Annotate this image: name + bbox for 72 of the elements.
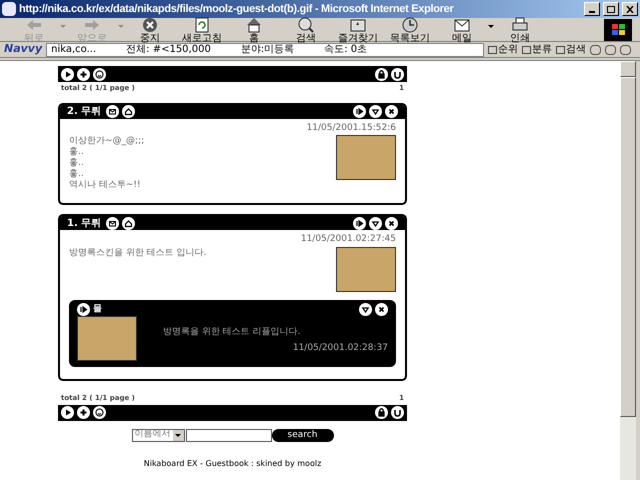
search-scope-select[interactable]: 이름에서 xyxy=(132,428,184,442)
home-icon[interactable] xyxy=(122,105,136,118)
lock-icon[interactable] xyxy=(375,406,388,419)
reply-icon[interactable] xyxy=(353,105,366,118)
message-line: 역시나 테스투~!! xyxy=(69,180,142,191)
windows-logo xyxy=(604,18,632,40)
stop-icon xyxy=(140,16,160,34)
maximize-icon xyxy=(607,6,615,12)
toolbar-button[interactable]: 메일 xyxy=(436,18,494,42)
entry-title: 2. 무뤼 xyxy=(67,105,102,119)
toolbar-button[interactable]: 인쇄 xyxy=(494,18,546,42)
search-input[interactable] xyxy=(186,428,272,442)
history-icon xyxy=(400,16,420,34)
add-icon[interactable] xyxy=(77,68,90,80)
message-line: 이상한가~@_@;;; xyxy=(69,136,144,147)
delete-icon[interactable] xyxy=(375,302,388,316)
toolbar-button[interactable]: 검색 xyxy=(280,18,332,42)
reply-name: 몰 xyxy=(93,302,102,316)
print-icon xyxy=(510,16,530,34)
toolbar-button[interactable]: 홈 xyxy=(228,18,280,42)
close-button[interactable] xyxy=(622,2,638,16)
scrollbar[interactable] xyxy=(620,61,636,480)
lock-icon[interactable] xyxy=(375,68,388,80)
play-icon[interactable] xyxy=(61,68,74,80)
message-line: 홓.. xyxy=(69,147,85,158)
search-button[interactable]: search xyxy=(272,428,334,442)
message-line: 홓.. xyxy=(69,169,85,180)
avatar-placeholder xyxy=(77,316,137,361)
link-button[interactable]: 순위 xyxy=(488,42,518,57)
stat-text: 속도: 0초 xyxy=(324,43,368,57)
address-field[interactable]: nika,co... 전체: #<150,000 분야:미등록 속도: 0초 xyxy=(46,42,484,56)
down-icon[interactable] xyxy=(369,216,382,230)
stat-text: 분야:미등록 xyxy=(240,43,294,57)
entry-time: 11/05/2001.02:27:45 xyxy=(300,234,396,244)
close-icon xyxy=(626,6,634,12)
address-text: nika,co... xyxy=(51,43,96,57)
avatar-placeholder xyxy=(336,135,396,180)
maximize-button[interactable] xyxy=(603,2,619,16)
smiley-icon[interactable] xyxy=(93,406,106,419)
reply-icon[interactable] xyxy=(77,302,90,316)
minimize-button[interactable] xyxy=(584,2,600,16)
footer-text: Nikaboard EX - Guestbook : skined by moolz xyxy=(144,458,322,468)
reply-text: 방명록을 위한 테스트 리플입니다. xyxy=(163,326,302,339)
smiley-icon[interactable] xyxy=(93,68,106,80)
link-button[interactable]: 검색 xyxy=(556,42,586,57)
link-button[interactable]: 분류 xyxy=(522,42,552,57)
avatar-placeholder xyxy=(336,246,396,292)
reply-time: 11/05/2001.02:28:37 xyxy=(292,342,388,354)
delete-icon[interactable] xyxy=(385,216,398,230)
message-line: 홓.. xyxy=(69,158,85,169)
entry-title: 1. 무뤼 xyxy=(67,216,102,230)
message-line: 방명록스킨을 위한 테스트 입니다. xyxy=(69,248,206,258)
search-icon xyxy=(296,16,316,34)
dropdown-caret-icon xyxy=(175,434,181,436)
window-title: http://nika.co.kr/ex/data/nikapds/files/moolz-guest-dot(b).gif - Microsoft Internet Explorer xyxy=(19,2,455,17)
delete-icon[interactable] xyxy=(385,105,398,118)
toolbar-button[interactable]: 중지 xyxy=(124,18,176,42)
dropdown-caret-icon[interactable] xyxy=(488,24,494,28)
play-icon[interactable] xyxy=(61,406,74,419)
stat-text: 전체: #<150,000 xyxy=(126,43,211,57)
down-icon[interactable] xyxy=(359,302,372,316)
navvy-logo: Navvy xyxy=(4,42,42,58)
down-icon[interactable] xyxy=(369,105,382,118)
toolbar-button[interactable]: 새로고침 xyxy=(176,18,228,42)
entry-time: 11/05/2001.15:52:6 xyxy=(306,122,396,132)
user-icon[interactable] xyxy=(391,68,404,80)
home-icon[interactable] xyxy=(122,216,136,230)
toolbar-button[interactable]: 즐겨찾기 xyxy=(332,18,384,42)
user-icon[interactable] xyxy=(391,406,404,419)
toolbar-button[interactable]: 목록보기 xyxy=(384,18,436,42)
reply-icon[interactable] xyxy=(353,216,366,230)
add-icon[interactable] xyxy=(77,406,90,419)
